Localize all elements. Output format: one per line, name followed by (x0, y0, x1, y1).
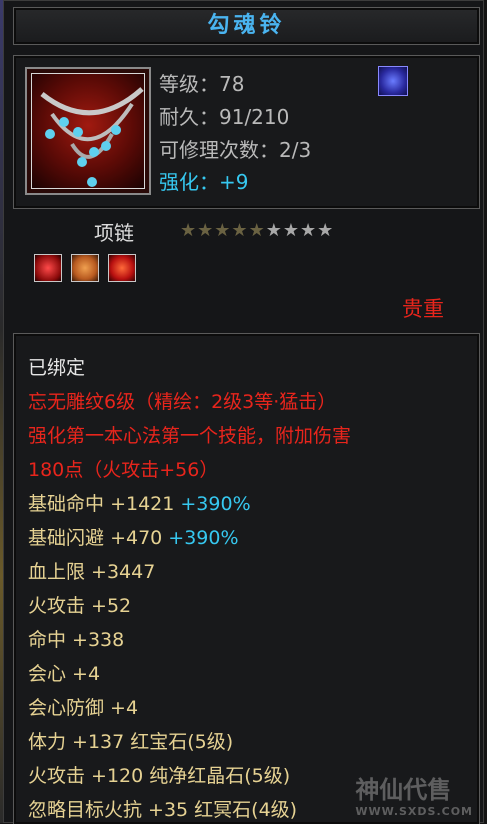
attr-line: 火攻击 +120 纯净红晶石(5级) (28, 765, 291, 787)
base-stat-hit: 基础命中 +1421 +390% (28, 489, 251, 516)
red-crystal-icon[interactable] (108, 254, 136, 282)
attr-line: 血上限 +3447 (28, 561, 156, 583)
stat-value: +470 (110, 527, 163, 549)
star-icon: ★ (265, 220, 283, 241)
attr-line: 会心 +4 (28, 663, 101, 685)
engrave-line-2: 强化第一本心法第一个技能，附加伤害 (28, 425, 352, 447)
item-enhance: 强化：+9 (159, 166, 248, 195)
stat-label: 基础闪避 (28, 527, 105, 549)
base-stat-dodge: 基础闪避 +470 +390% (28, 523, 239, 550)
item-level: 等级：78 (159, 72, 245, 96)
chain-necklace-icon (31, 73, 145, 189)
item-repairs: 可修理次数：2/3 (159, 138, 312, 162)
item-description: 已绑定 忘无雕纹6级（精绘：2级3等·猛击） 强化第一本心法第一个技能，附加伤害… (13, 333, 480, 824)
item-icon-frame[interactable] (25, 67, 151, 195)
star-icon: ★ (231, 220, 249, 241)
engrave-line-1: 忘无雕纹6级（精绘：2级3等·猛击） (28, 391, 337, 413)
star-icon: ★ (214, 220, 232, 241)
item-durability: 耐久：91/210 (159, 105, 290, 129)
enhance-stars: ★★★★★★★★★ (180, 220, 334, 241)
attr-line: 体力 +137 红宝石(5级) (28, 731, 234, 753)
star-icon: ★ (299, 220, 318, 241)
attr-line: 火攻击 +52 (28, 595, 132, 617)
stat-extra: +390% (168, 527, 239, 549)
star-icon: ★ (197, 220, 215, 241)
red-gem-icon[interactable] (34, 254, 62, 282)
rarity-label: 贵重 (402, 297, 444, 321)
star-icon: ★ (248, 220, 266, 241)
item-type: 项链 (94, 221, 134, 245)
watermark-main: 神仙代售 (355, 776, 452, 804)
attr-line: 命中 +338 (28, 629, 125, 651)
stat-value: +1421 (110, 493, 175, 515)
star-icon: ★ (180, 220, 198, 241)
blue-flame-icon[interactable] (378, 66, 408, 96)
item-name-title: 勾魂铃 (13, 7, 480, 45)
stat-extra: +390% (180, 493, 251, 515)
star-icon: ★ (282, 220, 300, 241)
orange-gem-icon[interactable] (71, 254, 99, 282)
engrave-line-3: 180点（火攻击+56） (28, 459, 219, 481)
enhance-value: +9 (219, 170, 249, 194)
bound-status: 已绑定 (28, 357, 86, 379)
watermark-url: WWW.SXDS.COM (355, 805, 473, 818)
enhance-label: 强化： (159, 170, 219, 194)
watermark: 神仙代售 WWW.SXDS.COM (355, 770, 473, 818)
star-icon: ★ (317, 220, 335, 241)
item-header: 等级：78 耐久：91/210 可修理次数：2/3 强化：+9 (13, 55, 480, 209)
attr-line: 忽略目标火抗 +35 红冥石(4级) (28, 799, 298, 821)
item-tooltip: 勾魂铃 等级：78 耐久：91/210 可修理次数：2/3 强化：+9 项链 ★… (3, 0, 484, 824)
stat-label: 基础命中 (28, 493, 105, 515)
attr-line: 会心防御 +4 (28, 697, 139, 719)
